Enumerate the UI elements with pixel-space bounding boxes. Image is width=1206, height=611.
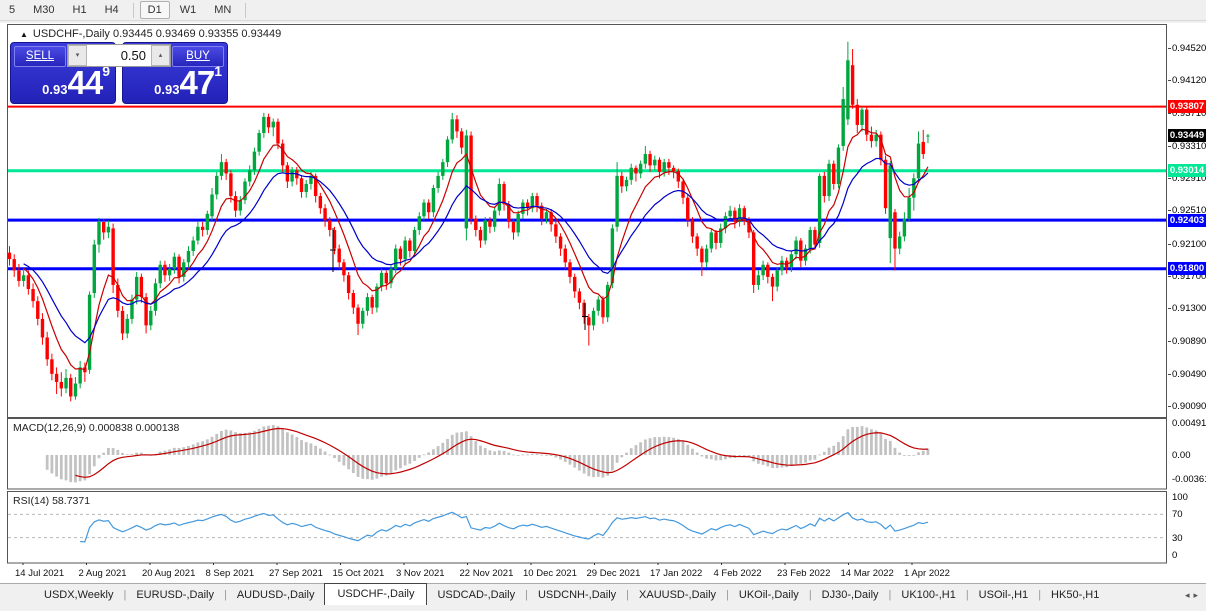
date-axis-label: 8 Sep 2021 [205, 568, 255, 579]
date-axis-label: 20 Aug 2021 [142, 568, 196, 579]
chart-tab-ukoil-daily[interactable]: UKOil-,Daily [729, 586, 809, 605]
price-axis-tick [1168, 48, 1171, 49]
price-axis-tick [1168, 373, 1171, 375]
chart-tab-usdchf-daily[interactable]: USDCHF-,Daily [324, 583, 428, 605]
price-axis-label: 0.94120 [1172, 75, 1206, 87]
date-axis-label: 4 Feb 2022 [713, 568, 762, 579]
timeframe-toolbar: 5 M30 H1 H4 D1 W1 MN [0, 0, 1206, 21]
price-axis-label: 0.94520 [1172, 43, 1206, 54]
chart-area[interactable]: ▲ USDCHF-,Daily 0.93445 0.93469 0.93355 0… [0, 23, 1206, 583]
symbol-collapse-icon[interactable]: ▲ [20, 30, 28, 39]
toolbar-separator [245, 2, 247, 18]
chart-tab-audusd-daily[interactable]: AUDUSD-,Daily [227, 586, 325, 605]
timeframe-button-mn[interactable]: MN [206, 2, 239, 18]
timeframe-button-5[interactable]: 5 [1, 2, 23, 18]
date-axis-label: 14 Jul 2021 [15, 568, 65, 579]
date-axis-label: 14 Mar 2022 [840, 568, 894, 579]
price-level-badge: 0.93449 [1168, 129, 1206, 143]
macd-axis-label: 0.004913 [1172, 417, 1206, 429]
volume-spinner: ▾ 0.50 ▴ [67, 44, 171, 67]
macd-axis-label: -0.00361 [1172, 473, 1206, 485]
price-level-badge: 0.93014 [1168, 164, 1206, 178]
price-axis-label: 0.90090 [1172, 400, 1206, 412]
tab-scroll-arrows[interactable]: ◂▸ [1185, 590, 1202, 601]
price-axis-label: 0.93310 [1172, 140, 1206, 152]
date-axis-label: 10 Dec 2021 [523, 568, 577, 579]
rsi-axis-label: 0 [1172, 550, 1178, 561]
timeframe-button-d1[interactable]: D1 [139, 1, 170, 19]
sell-price-big: 44 [67, 64, 103, 101]
toolbar-separator [132, 2, 134, 18]
chart-tab-hk50-h1[interactable]: HK50-,H1 [1041, 586, 1109, 605]
rsi-axis-label: 70 [1172, 509, 1183, 521]
price-axis-tick [1168, 308, 1171, 310]
chart-tab-usoil-h1[interactable]: USOil-,H1 [969, 586, 1039, 605]
chart-title-text: USDCHF-,Daily 0.93445 0.93469 0.93355 0.… [32, 28, 282, 40]
chart-tab-dj30-daily[interactable]: DJ30-,Daily [812, 586, 889, 605]
chart-tab-uk100-h1[interactable]: UK100-,H1 [891, 586, 965, 605]
volume-decrease-button[interactable]: ▾ [68, 45, 87, 66]
timeframe-button-h1[interactable]: H1 [65, 2, 95, 18]
buy-price-prefix: 0.93 [154, 82, 180, 97]
price-axis-label: 0.91300 [1172, 303, 1206, 315]
price-axis-tick [1168, 113, 1171, 115]
trading-platform-window: 5 M30 H1 H4 D1 W1 MN ▲ USDCHF-,Daily 0.93445 0.… [0, 0, 1206, 611]
timeframe-button-h4[interactable]: H4 [97, 2, 127, 18]
timeframe-button-m30[interactable]: M30 [25, 2, 62, 18]
date-axis-label: 1 Apr 2022 [904, 568, 950, 579]
one-click-trade-panel: SELL 0.93449 BUY 0.93471 ▾ 0.50 ▴ [10, 42, 228, 104]
date-axis-label: 22 Nov 2021 [459, 568, 514, 579]
chart-tab-usdcnh-daily[interactable]: USDCNH-,Daily [528, 586, 626, 605]
price-axis-label: 0.92100 [1172, 238, 1206, 250]
chart-tab-bar: USDX,Weekly | EURUSD-,Daily | AUDUSD-,Daily U… [0, 583, 1206, 605]
date-axis-label: 23 Feb 2022 [777, 568, 831, 579]
price-level-badge: 0.92403 [1168, 213, 1206, 227]
price-axis-tick [1168, 145, 1171, 147]
price-axis-tick [1168, 405, 1171, 407]
macd-indicator-label: MACD(12,26,9) 0.000838 0.000138 [13, 422, 180, 434]
price-chart-canvas[interactable] [7, 24, 1168, 570]
date-axis-label: 15 Oct 2021 [332, 568, 385, 579]
price-axis-tick [1168, 210, 1171, 212]
timeframe-button-w1[interactable]: W1 [172, 2, 205, 18]
price-axis-label: 0.90490 [1172, 368, 1206, 380]
chart-tab-usdcad-daily[interactable]: USDCAD-,Daily [427, 586, 525, 605]
chart-tab-usdx-weekly[interactable]: USDX,Weekly [34, 586, 123, 605]
date-axis-label: 2 Aug 2021 [78, 568, 127, 579]
buy-price-big: 47 [179, 64, 215, 101]
date-axis-label: 17 Jan 2022 [650, 568, 703, 579]
buy-price: 0.93471 [154, 63, 222, 102]
buy-price-pip: 1 [214, 63, 222, 79]
price-axis: 0.94520 0.94120 0.93710 0.93310 0.92910 0.925… [1168, 23, 1206, 583]
date-axis-label: 3 Nov 2021 [396, 568, 445, 579]
chart-tab-xauusd-daily[interactable]: XAUUSD-,Daily [629, 586, 726, 605]
sell-price-prefix: 0.93 [42, 82, 68, 97]
rsi-axis-label: 30 [1172, 532, 1183, 544]
date-axis: 14 Jul 2021 2 Aug 2021 20 Aug 2021 8 Sep 20… [7, 565, 1167, 582]
price-axis-tick [1168, 178, 1171, 180]
rsi-axis-label: 100 [1172, 491, 1188, 503]
price-level-badge: 0.91800 [1168, 262, 1206, 276]
sell-price: 0.93449 [42, 63, 110, 102]
chart-tab-eurusd-daily[interactable]: EURUSD-,Daily [126, 586, 224, 605]
volume-input[interactable]: 0.50 [87, 45, 151, 66]
volume-increase-button[interactable]: ▴ [151, 45, 170, 66]
price-axis-tick [1168, 243, 1171, 245]
date-axis-label: 29 Dec 2021 [586, 568, 641, 579]
price-level-badge: 0.93807 [1168, 100, 1206, 114]
chart-title: ▲ USDCHF-,Daily 0.93445 0.93469 0.93355 0… [20, 28, 281, 40]
macd-axis-label: 0.00 [1172, 450, 1191, 461]
price-axis-label: 0.90890 [1172, 336, 1206, 348]
price-axis-tick [1168, 275, 1171, 277]
date-axis-label: 27 Sep 2021 [269, 568, 323, 579]
rsi-indicator-label: RSI(14) 58.7371 [13, 495, 91, 507]
price-axis-tick [1168, 341, 1171, 343]
price-axis-tick [1168, 80, 1171, 82]
